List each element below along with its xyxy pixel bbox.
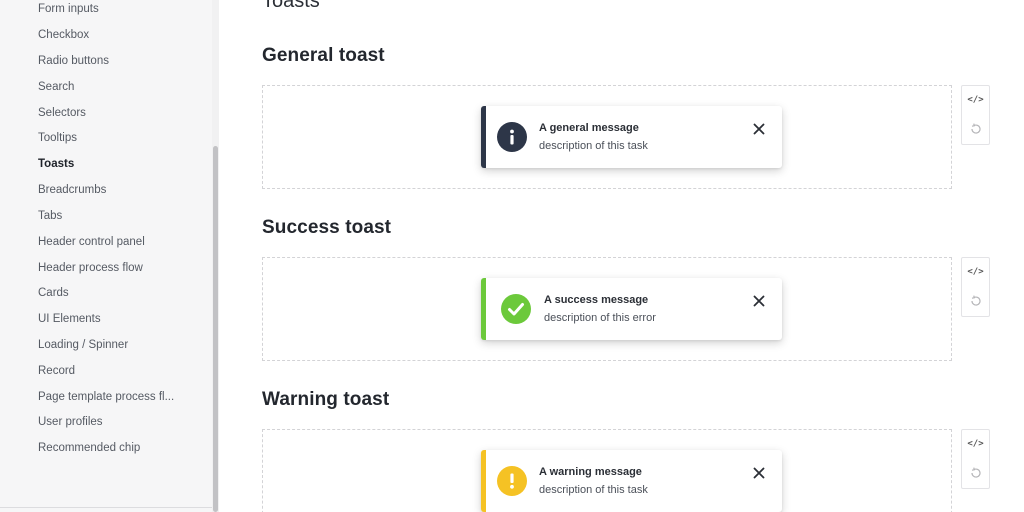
sidebar-item-header-process-flow[interactable]: Header process flow [38, 262, 143, 274]
view-code-button[interactable]: </> [962, 86, 989, 114]
toast-description: description of this task [539, 484, 648, 496]
toast-description: description of this error [544, 312, 656, 324]
sidebar-item-user-profiles[interactable]: User profiles [38, 416, 103, 428]
sidebar-item-cards[interactable]: Cards [38, 287, 69, 299]
sidebar-item-ui-elements[interactable]: UI Elements [38, 313, 101, 325]
sidebar-item-selectors[interactable]: Selectors [38, 107, 86, 119]
close-icon[interactable] [752, 122, 766, 136]
toast-accent-bar [481, 106, 486, 168]
sidebar-item-loading-spinner[interactable]: Loading / Spinner [38, 339, 128, 351]
toast-title: A warning message [539, 466, 642, 478]
sidebar-item-breadcrumbs[interactable]: Breadcrumbs [38, 184, 106, 196]
sidebar-item-form-inputs[interactable]: Form inputs [38, 3, 99, 15]
section-title-warning: Warning toast [262, 389, 390, 410]
sidebar-item-tabs[interactable]: Tabs [38, 210, 62, 222]
main-content: Toasts General toast A general message d… [219, 0, 1024, 512]
view-code-button[interactable]: </> [962, 258, 989, 286]
demo-toolbar-general: </> [961, 85, 990, 145]
sidebar-item-tooltips[interactable]: Tooltips [38, 132, 77, 144]
section-title-general: General toast [262, 45, 385, 66]
sidebar-item-recommended-chip[interactable]: Recommended chip [38, 442, 140, 454]
close-icon[interactable] [752, 466, 766, 480]
toast-title: A general message [539, 122, 639, 134]
toast-description: description of this task [539, 140, 648, 152]
sidebar-item-checkbox[interactable]: Checkbox [38, 29, 89, 41]
sidebar-item-page-template-process-flow[interactable]: Page template process fl... [38, 391, 174, 403]
demo-toolbar-warning: </> [961, 429, 990, 489]
sidebar-divider [0, 507, 212, 508]
toast-accent-bar [481, 278, 486, 340]
section-title-success: Success toast [262, 217, 392, 238]
close-icon[interactable] [752, 294, 766, 308]
demo-box-warning: A warning message description of this ta… [262, 429, 952, 512]
sidebar-item-record[interactable]: Record [38, 365, 75, 377]
view-code-button[interactable]: </> [962, 430, 989, 458]
sidebar-item-search[interactable]: Search [38, 81, 74, 93]
demo-toolbar-success: </> [961, 257, 990, 317]
sidebar-item-radio-buttons[interactable]: Radio buttons [38, 55, 109, 67]
reset-icon[interactable] [962, 115, 989, 143]
reset-icon[interactable] [962, 459, 989, 487]
sidebar-item-toasts[interactable]: Toasts [38, 158, 74, 170]
warning-icon [497, 466, 527, 496]
sidebar: Form inputs Checkbox Radio buttons Searc… [0, 0, 219, 512]
page-title: Toasts [262, 0, 320, 12]
demo-box-success: A success message description of this er… [262, 257, 952, 361]
toast-success: A success message description of this er… [481, 278, 782, 340]
demo-box-general: A general message description of this ta… [262, 85, 952, 189]
sidebar-item-header-control-panel[interactable]: Header control panel [38, 236, 145, 248]
info-icon [497, 122, 527, 152]
toast-warning: A warning message description of this ta… [481, 450, 782, 512]
toast-title: A success message [544, 294, 649, 306]
toast-accent-bar [481, 450, 486, 512]
check-icon [501, 294, 531, 324]
sidebar-scrollbar-thumb[interactable] [213, 146, 218, 512]
toast-general: A general message description of this ta… [481, 106, 782, 168]
reset-icon[interactable] [962, 287, 989, 315]
